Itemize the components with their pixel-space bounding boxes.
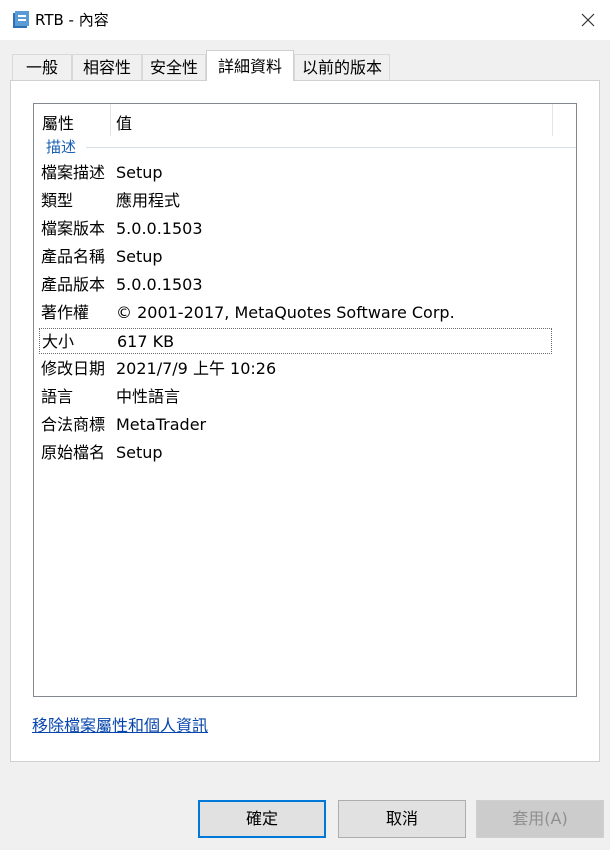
table-row[interactable]: 原始檔名 Setup	[39, 440, 552, 466]
row-value: 中性語言	[116, 387, 181, 406]
table-row[interactable]: 產品名稱 Setup	[39, 244, 552, 270]
row-value: © 2001-2017, MetaQuotes Software Corp.	[116, 303, 455, 322]
row-key: 產品版本	[41, 275, 106, 294]
row-key: 修改日期	[41, 359, 106, 378]
row-key: 著作權	[41, 303, 90, 322]
row-key: 檔案版本	[41, 219, 106, 238]
header-property[interactable]: 屬性	[42, 110, 74, 134]
details-panel: 屬性 值 描述 檔案描述 Setup 類型 應用程式 檔案版本 5.0.0.15…	[10, 80, 600, 762]
row-value: Setup	[116, 443, 163, 462]
row-value: Setup	[116, 163, 163, 182]
table-row[interactable]: 語言 中性語言	[39, 384, 552, 410]
row-key: 產品名稱	[41, 247, 106, 266]
cancel-button[interactable]: 取消	[338, 800, 466, 838]
header-divider[interactable]	[552, 104, 553, 136]
remove-properties-link[interactable]: 移除檔案屬性和個人資訊	[32, 712, 208, 736]
row-value: MetaTrader	[116, 415, 207, 434]
row-key: 合法商標	[41, 415, 106, 434]
row-value: 5.0.0.1503	[116, 275, 203, 294]
close-button[interactable]	[566, 0, 610, 40]
row-value: 2021/7/9 上午 10:26	[116, 359, 277, 378]
apply-button[interactable]: 套用(A)	[476, 800, 604, 838]
table-row[interactable]: 著作權 © 2001-2017, MetaQuotes Software Cor…	[39, 300, 552, 326]
group-divider	[86, 147, 576, 148]
table-row[interactable]: 產品版本 5.0.0.1503	[39, 272, 552, 298]
row-key: 原始檔名	[41, 443, 106, 462]
row-key: 大小	[42, 332, 75, 351]
header-value[interactable]: 值	[116, 110, 132, 134]
tab-previous-versions[interactable]: 以前的版本	[294, 54, 390, 80]
table-row[interactable]: 修改日期 2021/7/9 上午 10:26	[39, 356, 552, 382]
row-key: 語言	[41, 387, 74, 406]
list-header: 屬性 值	[34, 104, 576, 136]
tab-compatibility[interactable]: 相容性	[72, 54, 142, 80]
row-value: 617 KB	[117, 332, 175, 351]
title-bar: RTB - 內容	[0, 0, 610, 40]
row-value: 應用程式	[116, 191, 181, 210]
row-key: 類型	[41, 191, 74, 210]
row-value: 5.0.0.1503	[116, 219, 203, 238]
tab-strip: 一般 相容性 安全性 詳細資料 以前的版本	[0, 50, 610, 81]
header-divider[interactable]	[110, 104, 111, 136]
table-row-selected[interactable]: 大小 617 KB	[39, 328, 552, 354]
table-row[interactable]: 檔案描述 Setup	[39, 160, 552, 186]
group-label: 描述	[46, 138, 77, 156]
row-key: 檔案描述	[41, 163, 106, 182]
ok-button[interactable]: 確定	[198, 800, 326, 838]
close-icon	[581, 13, 595, 27]
table-row[interactable]: 合法商標 MetaTrader	[39, 412, 552, 438]
window-title: RTB - 內容	[35, 11, 109, 29]
table-row[interactable]: 檔案版本 5.0.0.1503	[39, 216, 552, 242]
app-file-icon	[13, 11, 29, 28]
tab-general[interactable]: 一般	[12, 54, 72, 80]
tab-security[interactable]: 安全性	[142, 54, 206, 80]
details-list[interactable]: 屬性 值 描述 檔案描述 Setup 類型 應用程式 檔案版本 5.0.0.15…	[33, 103, 577, 697]
table-row[interactable]: 類型 應用程式	[39, 188, 552, 214]
tab-details[interactable]: 詳細資料	[206, 50, 294, 81]
row-value: Setup	[116, 247, 163, 266]
